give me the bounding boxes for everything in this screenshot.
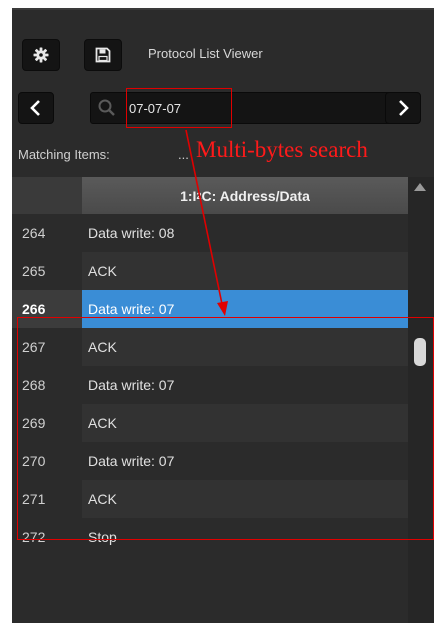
scroll-up-arrow-icon[interactable] — [414, 183, 426, 191]
chevron-right-icon — [399, 100, 409, 116]
toolbar: Protocol List Viewer — [12, 8, 434, 88]
settings-button[interactable] — [22, 39, 60, 71]
row-number-header — [12, 177, 82, 214]
matching-items-label: Matching Items: — [18, 147, 110, 162]
matching-items-value: ... — [178, 147, 189, 162]
row-number: 264 — [22, 225, 46, 241]
column-header[interactable]: 1:I 2 C: Address/Data — [82, 177, 408, 214]
chevron-left-icon — [30, 100, 40, 116]
table-row[interactable]: 265 ACK — [12, 252, 408, 290]
search-icon — [97, 98, 117, 118]
prev-match-button[interactable] — [18, 92, 54, 124]
row-number: 265 — [22, 263, 46, 279]
search-highlight-box — [126, 88, 232, 128]
table-row[interactable]: 264 Data write: 08 — [12, 214, 408, 252]
column-header-suffix: C: Address/Data — [201, 187, 310, 204]
results-highlight-box — [17, 317, 434, 540]
floppy-disk-icon — [95, 47, 111, 63]
column-header-prefix: 1:I — [180, 187, 197, 204]
gear-icon — [33, 47, 49, 63]
annotation-label: Multi-bytes search — [196, 137, 368, 162]
table-header: 1:I 2 C: Address/Data — [12, 177, 408, 214]
next-match-button[interactable] — [385, 92, 421, 124]
row-text: ACK — [82, 252, 408, 290]
viewer-title: Protocol List Viewer — [148, 46, 263, 61]
row-text: Data write: 08 — [88, 225, 175, 241]
save-button[interactable] — [84, 39, 122, 71]
